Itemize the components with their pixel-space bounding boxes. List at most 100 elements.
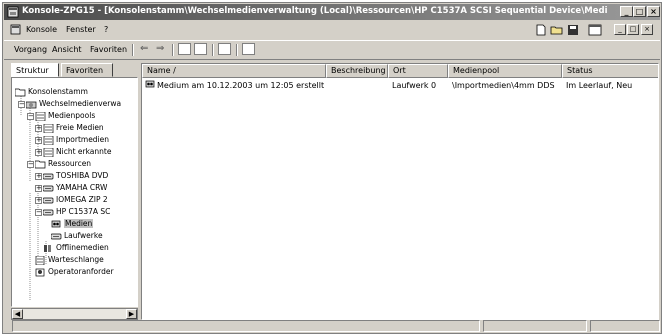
- toolbar-separator: [172, 44, 174, 56]
- collapse-icon[interactable]: −: [35, 209, 42, 216]
- save-icon[interactable]: [566, 24, 580, 36]
- mdi-restore-button[interactable]: □: [627, 24, 639, 35]
- menu-konsole[interactable]: Konsole: [26, 25, 57, 34]
- tree-node-hp-c1537a[interactable]: HP C1537A SC: [43, 206, 110, 218]
- menu-vorgang[interactable]: Vorgang: [14, 45, 47, 54]
- tree-node-importmedien[interactable]: Importmedien: [43, 134, 109, 146]
- column-header-ort[interactable]: Ort: [388, 64, 448, 78]
- tree-node-label: Offlinemedien: [56, 243, 109, 252]
- removable-storage-icon: [26, 101, 37, 108]
- tree-node-label: Importmedien: [56, 135, 110, 144]
- tree-node-label: HP C1537A SC: [56, 207, 111, 216]
- media-list: Name / Beschreibung Ort Medienpool Statu…: [141, 63, 659, 320]
- window-title: Konsole-ZPG15 - [Konsolenstamm\Wechselme…: [22, 6, 607, 16]
- collapse-icon[interactable]: −: [27, 113, 34, 120]
- tree-node-wechselmedienverwaltung[interactable]: Wechselmedienverwa: [26, 98, 121, 110]
- toolbar-separator: [132, 44, 134, 56]
- media-icon: [51, 220, 61, 227]
- tree-node-label: Nicht erkannte: [56, 147, 112, 156]
- status-panel-main: [12, 320, 480, 332]
- scroll-right-icon[interactable]: ▶: [126, 309, 137, 319]
- mdi-close-button[interactable]: ×: [641, 24, 653, 35]
- close-button[interactable]: ×: [647, 6, 660, 17]
- folder-icon: [35, 160, 46, 168]
- tree-node-iomega-zip[interactable]: IOMEGA ZIP 2: [43, 194, 108, 206]
- expand-icon[interactable]: +: [35, 125, 42, 132]
- drive-icon: [51, 233, 62, 239]
- tape-drive-icon: [43, 209, 54, 215]
- new-document-icon[interactable]: [534, 24, 548, 36]
- tree-node-label: Warteschlange: [48, 255, 104, 264]
- expand-icon[interactable]: +: [35, 197, 42, 204]
- minimize-button[interactable]: _: [620, 6, 633, 17]
- tree-node-yamaha-crw[interactable]: YAMAHA CRW: [43, 182, 107, 194]
- drive-icon: [43, 197, 54, 203]
- tree-node-laufwerke[interactable]: Laufwerke: [51, 230, 103, 242]
- tree-node-ressourcen[interactable]: Ressourcen: [35, 158, 91, 170]
- menu-favoriten[interactable]: Favoriten: [90, 45, 127, 54]
- status-panel-secondary: [483, 320, 587, 332]
- tree-node-label: TOSHIBA DVD: [56, 171, 109, 180]
- cell-status: Im Leerlauf, Neu: [566, 81, 633, 90]
- menu-help[interactable]: ?: [104, 25, 108, 34]
- expand-icon[interactable]: +: [35, 185, 42, 192]
- console-menu-icon[interactable]: [10, 24, 21, 35]
- tree-node-konsolenstamm[interactable]: Konsolenstamm: [15, 86, 88, 98]
- up-level-icon[interactable]: [178, 43, 191, 55]
- cell-ort: Laufwerk 0: [392, 81, 437, 90]
- offline-media-icon: [44, 244, 51, 252]
- refresh-icon[interactable]: [218, 43, 231, 55]
- cell-name: Medium am 10.12.2003 um 12:05 erstellt: [157, 81, 325, 90]
- folder-icon: [15, 88, 26, 96]
- help-icon[interactable]: [242, 43, 255, 55]
- open-folder-icon[interactable]: [550, 24, 564, 36]
- menu-fenster[interactable]: Fenster: [66, 25, 96, 34]
- tree-node-nicht-erkannte[interactable]: Nicht erkannte: [43, 146, 111, 158]
- expand-icon[interactable]: +: [35, 137, 42, 144]
- tree-node-label: Medienpools: [48, 111, 96, 120]
- drive-icon: [43, 173, 54, 179]
- forward-arrow-icon[interactable]: ⇒: [156, 43, 164, 54]
- back-arrow-icon[interactable]: ⇐: [140, 43, 148, 54]
- mdi-minimize-button[interactable]: _: [614, 24, 626, 35]
- title-bar[interactable]: Konsole-ZPG15 - [Konsolenstamm\Wechselme…: [4, 4, 660, 20]
- column-header-medienpool[interactable]: Medienpool: [448, 64, 562, 78]
- column-header-beschreibung[interactable]: Beschreibung: [326, 64, 388, 78]
- cell-medienpool: \Importmedien\4mm DDS: [452, 81, 555, 90]
- tree-node-label: Laufwerke: [64, 231, 103, 240]
- expand-icon[interactable]: +: [35, 173, 42, 180]
- media-pool-icon: [43, 147, 54, 157]
- tree-node-medienpools[interactable]: Medienpools: [35, 110, 95, 122]
- tree-node-offlinemedien[interactable]: Offlinemedien: [43, 242, 109, 254]
- tree-node-freie-medien[interactable]: Freie Medien: [43, 122, 104, 134]
- tree-node-label: Operatoranforder: [48, 267, 114, 276]
- tab-favoriten[interactable]: Favoriten: [61, 63, 113, 77]
- tree-node-label: Wechselmedienverwa: [39, 99, 122, 108]
- toolbar-separator: [212, 44, 214, 56]
- menu-bar: Konsole Fenster ? _ □ ×: [4, 22, 660, 38]
- tree-node-label: Konsolenstamm: [28, 87, 88, 96]
- collapse-icon[interactable]: −: [27, 161, 34, 168]
- console-tree: Konsolenstamm − Wechselmedienverwa − Med…: [11, 77, 138, 307]
- expand-icon[interactable]: +: [35, 149, 42, 156]
- menu-ansicht[interactable]: Ansicht: [52, 45, 82, 54]
- console-app-icon: [7, 6, 19, 18]
- column-header-name[interactable]: Name /: [142, 64, 326, 78]
- scroll-left-icon[interactable]: ◀: [12, 309, 23, 319]
- media-pool-icon: [35, 111, 46, 121]
- maximize-button[interactable]: □: [633, 6, 646, 17]
- new-window-icon[interactable]: [588, 24, 602, 36]
- collapse-icon[interactable]: −: [18, 101, 25, 108]
- tree-node-operatoranforderungen[interactable]: Operatoranforder: [35, 266, 114, 278]
- operator-request-icon: [35, 268, 45, 276]
- tab-struktur[interactable]: Struktur: [11, 63, 59, 77]
- column-header-status[interactable]: Status: [562, 64, 658, 78]
- status-bar: [4, 319, 660, 332]
- tree-node-warteschlange[interactable]: Warteschlange: [35, 254, 104, 266]
- tree-node-label: IOMEGA ZIP 2: [56, 195, 108, 204]
- tree-node-medien[interactable]: Medien: [51, 218, 94, 230]
- media-pool-icon: [43, 123, 54, 133]
- tree-node-toshiba-dvd[interactable]: TOSHIBA DVD: [43, 170, 108, 182]
- show-tree-icon[interactable]: [194, 43, 207, 55]
- media-pool-icon: [43, 135, 54, 145]
